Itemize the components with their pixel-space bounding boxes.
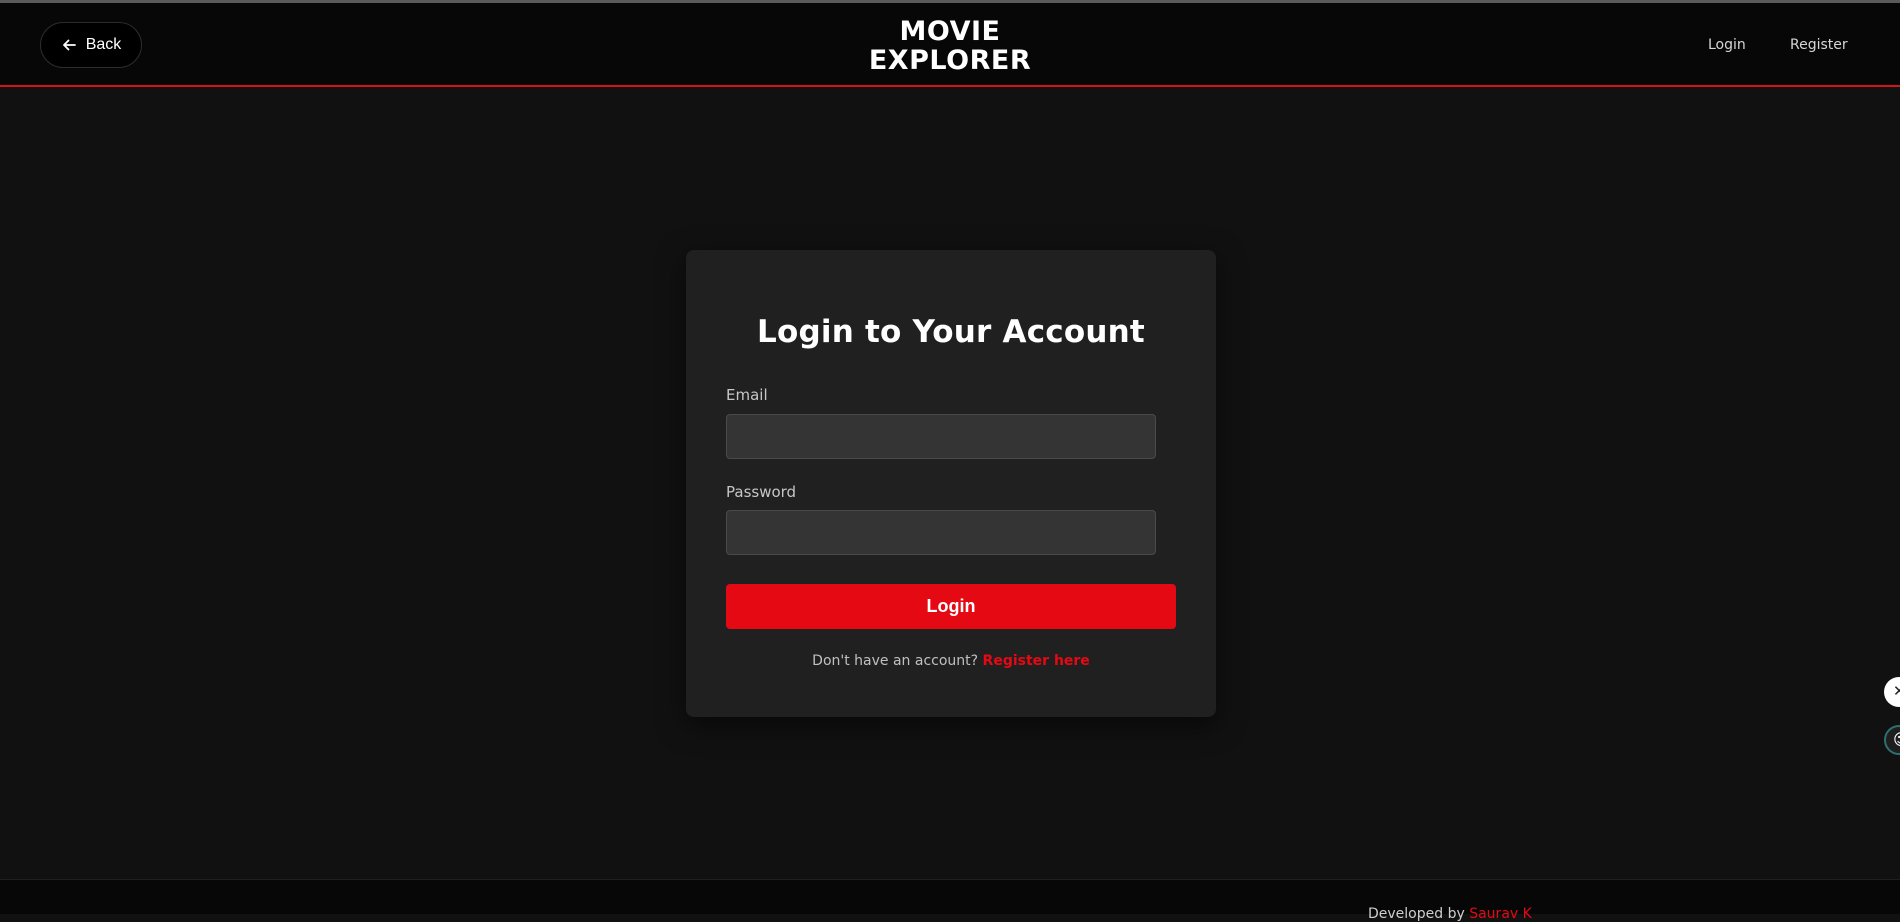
email-input[interactable] [726,414,1156,459]
email-label: Email [726,386,768,404]
footer-credit: Developed by Saurav K [1368,906,1532,922]
back-button-label: Back [85,36,122,53]
site-header: Back MOVIE EXPLORER Login Register [0,3,1900,87]
assistant-bot-icon: ☺ [1893,730,1900,749]
site-footer: Developed by Saurav K [0,879,1900,922]
password-input[interactable] [726,510,1156,555]
side-widget-close[interactable]: ✕ [1884,677,1900,707]
close-icon: ✕ [1893,682,1900,700]
logo-line-1: MOVIE [899,16,1001,47]
back-button[interactable]: Back [40,22,142,68]
login-submit-button[interactable]: Login [726,584,1176,629]
site-logo[interactable]: MOVIE EXPLORER [850,17,1050,75]
password-label: Password [726,483,797,501]
side-widget-assistant[interactable]: ☺ [1884,725,1900,755]
nav-register-link[interactable]: Register [1790,37,1848,53]
arrow-left-icon [62,39,76,51]
login-card: Login to Your Account Email Password Log… [686,250,1216,717]
register-here-link[interactable]: Register here [983,653,1090,669]
nav-login-link[interactable]: Login [1708,37,1746,53]
register-prompt-row: Don't have an account? Register here [686,653,1216,669]
login-title: Login to Your Account [757,314,1145,350]
logo-line-2: EXPLORER [868,45,1032,76]
footer-credit-text: Developed by [1368,906,1465,922]
footer-author-link[interactable]: Saurav K [1469,906,1532,922]
register-prompt-text: Don't have an account? [812,653,979,669]
